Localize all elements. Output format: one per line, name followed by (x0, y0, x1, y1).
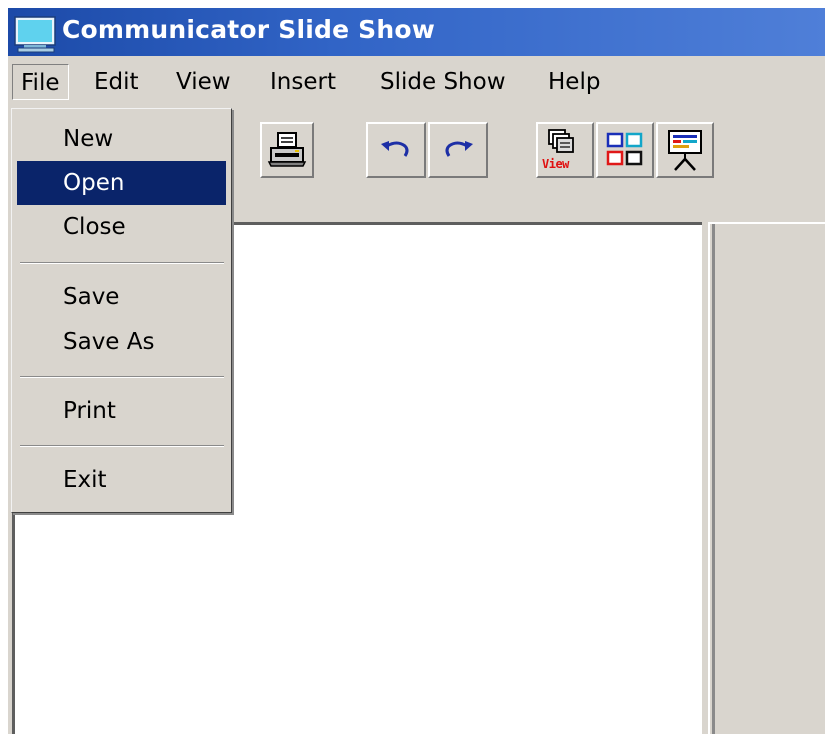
menu-item-save-as[interactable]: Save As (17, 320, 226, 364)
redo-icon (441, 138, 475, 162)
menu-view[interactable]: View (168, 64, 239, 100)
menu-item-new[interactable]: New (17, 117, 226, 161)
title-bar[interactable]: Communicator Slide Show (8, 8, 825, 56)
menu-separator (20, 262, 224, 264)
monitor-icon (14, 16, 58, 54)
undo-button[interactable] (366, 122, 426, 178)
printer-icon (267, 130, 307, 170)
menu-help[interactable]: Help (540, 64, 608, 100)
layout-grid-icon (605, 130, 645, 170)
window-title: Communicator Slide Show (62, 15, 436, 44)
menu-separator (20, 445, 224, 447)
undo-icon (379, 138, 413, 162)
menu-insert[interactable]: Insert (262, 64, 344, 100)
redo-button[interactable] (428, 122, 488, 178)
file-menu-dropdown: New Open Close Save Save As Print Exit (11, 108, 232, 513)
menu-bar: File Edit View Insert Slide Show Help (8, 59, 825, 105)
menu-item-save[interactable]: Save (17, 275, 226, 319)
menu-item-close[interactable]: Close (17, 205, 226, 249)
view-label: View (542, 157, 569, 171)
app-window: Communicator Slide Show File Edit View I… (8, 8, 825, 734)
layout-button[interactable] (596, 122, 654, 178)
panel-divider (712, 224, 715, 734)
presentation-button[interactable] (656, 122, 714, 178)
menu-slide-show[interactable]: Slide Show (372, 64, 514, 100)
menu-item-exit[interactable]: Exit (17, 458, 226, 502)
print-button[interactable] (260, 122, 314, 178)
view-slides-button[interactable]: View (536, 122, 594, 178)
presentation-icon (665, 128, 705, 172)
menu-separator (20, 376, 224, 378)
menu-item-print[interactable]: Print (17, 389, 226, 433)
menu-item-open[interactable]: Open (17, 161, 226, 205)
menu-edit[interactable]: Edit (86, 64, 147, 100)
side-panel (708, 222, 825, 734)
menu-file[interactable]: File (12, 64, 69, 100)
